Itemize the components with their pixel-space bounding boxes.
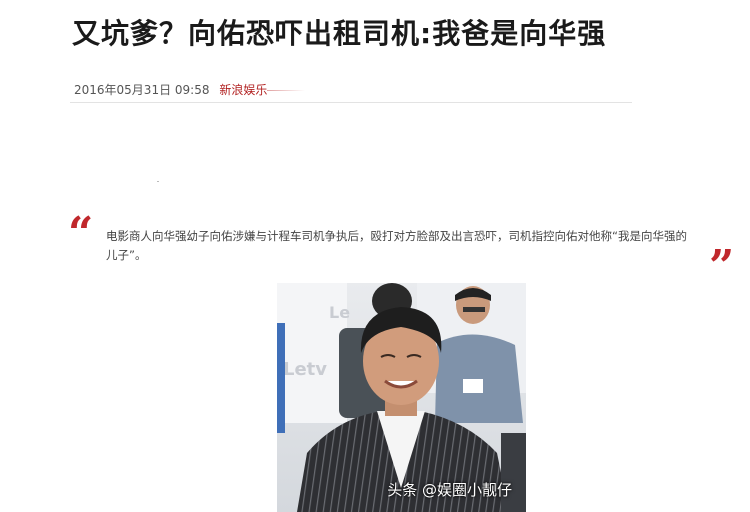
article-title: 又坑爹？向佑恐吓出租司机:我爸是向华强 — [72, 17, 607, 50]
watermark: 头条 @娱圈小靓仔 — [387, 481, 512, 499]
article-photo: Le Letv 头条 @娱圈小靓仔 — [277, 283, 526, 512]
publish-datetime: 2016年05月31日 09:58 — [74, 83, 210, 97]
svg-text:Letv: Letv — [283, 359, 327, 380]
meta-divider — [70, 102, 632, 103]
summary-quote: 电影商人向华强幼子向佑涉嫌与计程车司机争执后，殴打对方脸部及出言恐吓，司机指控向… — [106, 229, 687, 262]
article-meta: 2016年05月31日 09:58 新浪娱乐 — [74, 81, 306, 98]
source-link[interactable]: 新浪娱乐 — [219, 83, 267, 97]
quote-close-icon: ” — [709, 241, 735, 292]
svg-text:Le: Le — [329, 303, 350, 322]
stray-mark — [157, 181, 159, 182]
quote-open-icon: “ — [68, 208, 94, 259]
source-underline — [267, 90, 306, 91]
